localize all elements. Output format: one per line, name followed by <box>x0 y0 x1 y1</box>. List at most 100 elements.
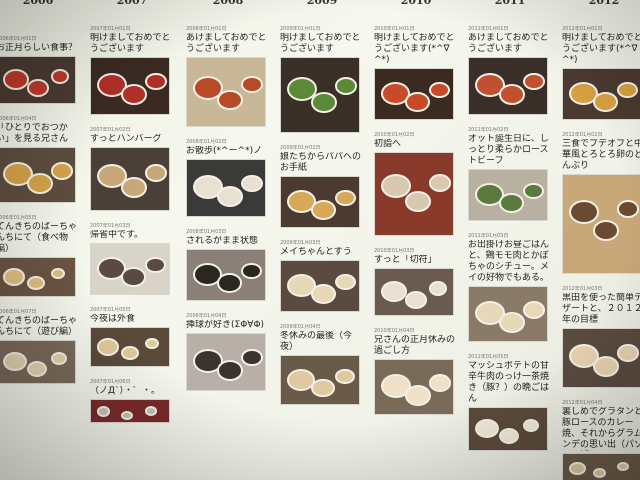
photo-dish-shape <box>145 164 167 182</box>
entry-thumbnail[interactable] <box>374 152 454 236</box>
entry-card[interactable]: 2008年01月04日 挿球が好き(ΣΦ∀Φ) <box>186 313 268 391</box>
entry-title-link[interactable]: 明けましておめでとうございます <box>280 33 362 55</box>
entry-card[interactable]: 2008年01月01日 あけましておめでとうございます <box>186 26 268 127</box>
entry-card[interactable]: 2012年01月03日 黒田を使った簡単デザートと、２０１２年の目標 <box>562 286 640 388</box>
entry-thumbnail[interactable] <box>280 260 360 312</box>
entry-card[interactable]: 2009年01月02日 娘たちからパパへのお手紙 <box>280 145 362 228</box>
entry-thumbnail[interactable] <box>468 286 548 342</box>
entry-card[interactable]: 2009年01月03日 メイちゃんとすう <box>280 240 362 312</box>
entry-thumbnail[interactable] <box>90 327 170 367</box>
entry-thumbnail[interactable] <box>90 399 170 423</box>
entry-title-link[interactable]: 帰省中です。 <box>90 230 172 241</box>
entry-thumbnail[interactable] <box>562 453 640 480</box>
entry-card[interactable]: 2011年01月02日 オット誕生日に、しっとり柔らかローストビーフ <box>468 127 550 221</box>
entry-thumbnail[interactable] <box>280 176 360 228</box>
entry-title-link[interactable]: 挿球が好き(ΣΦ∀Φ) <box>186 320 268 331</box>
entry-card[interactable]: 2011年01月05日 マッシュポテトの甘辛牛肉のっけ一茶焼き（豚？）の晩ごはん <box>468 354 550 451</box>
entry-thumbnail[interactable] <box>0 147 76 203</box>
entry-thumbnail[interactable] <box>186 249 266 301</box>
photo-dish-shape <box>499 427 520 444</box>
entry-title-link[interactable]: 黒田を使った簡単デザートと、２０１２年の目標 <box>562 293 640 326</box>
entry-thumbnail[interactable] <box>0 257 76 297</box>
entry-card[interactable]: 2011年01月03日 お出掛けお昼ごはんと、鶏モモ肉とかぼちゃのシチュー。メイの… <box>468 233 550 342</box>
entry-card[interactable]: 2011年01月01日 あけましておめでとうございます <box>468 26 550 115</box>
entry-card[interactable]: 2008年01月02日 お散歩(*^ー^*)ノ <box>186 139 268 217</box>
entry-title-link[interactable]: すっと「切符」 <box>374 255 456 266</box>
entry-card[interactable]: 2007年01月05日 今夜は外食 <box>90 307 172 367</box>
entry-card[interactable]: 2010年01月02日 初詣へ <box>374 132 456 236</box>
entry-thumbnail[interactable] <box>0 56 76 104</box>
entry-card[interactable]: 2010年01月04日 兄さんの正月休みの過ごし方 <box>374 328 456 415</box>
entry-card[interactable]: 2012年01月02日 三食でブデオフと中華風とろとろ卵のどんぶり <box>562 132 640 274</box>
entry-thumbnail[interactable] <box>562 174 640 274</box>
entry-title-link[interactable]: てんきちのぱーちゃんちにて（遊び編） <box>0 316 78 338</box>
entry-title-link[interactable]: てんきちのぱーちゃんちにて（食べ物編） <box>0 222 78 255</box>
entry-title-link[interactable]: されるがまま状態 <box>186 236 268 247</box>
entry-thumbnail[interactable] <box>186 57 266 127</box>
entry-title-link[interactable]: すっとハンバーグ <box>90 134 172 145</box>
entry-date: 2007年01月01日 <box>90 26 131 32</box>
entry-title-link[interactable]: 冬休みの最後（今夜） <box>280 331 362 353</box>
entry-thumbnail[interactable] <box>186 159 266 217</box>
entry-card[interactable]: 2007年01月06日 （ノД`）・゜・。 <box>90 379 172 423</box>
entry-card[interactable]: 2012年01月04日 裏しめでグラタンと豚ロースのカレー焼、それからグラムンデの… <box>562 400 640 480</box>
entry-title-link[interactable]: 三食でブデオフと中華風とろとろ卵のどんぶり <box>562 139 640 172</box>
year-header-2006[interactable]: 2006 <box>0 0 78 10</box>
entry-title-link[interactable]: メイちゃんとすう <box>280 247 362 258</box>
entry-title-link[interactable]: お正月らしい食事？ <box>0 43 78 54</box>
entry-thumbnail[interactable] <box>562 68 640 120</box>
entry-title-link[interactable]: 「ひとりでおつかい」を見る兄さん <box>0 123 78 145</box>
year-header-2007[interactable]: 2007 <box>92 0 172 10</box>
blog-archive-screen: 2006 2007 2008 2009 2010 2011 2012 2006年01月01日… <box>0 0 640 480</box>
entry-thumbnail[interactable] <box>374 268 454 316</box>
entry-thumbnail[interactable] <box>280 355 360 405</box>
entry-title-link[interactable]: あけましておめでとうございます <box>186 33 268 55</box>
entry-thumbnail[interactable] <box>562 328 640 388</box>
entry-card[interactable]: 2010年01月01日 明けましておめでとうございます(*^∇^*) <box>374 26 456 120</box>
entry-thumbnail[interactable] <box>186 333 266 391</box>
entry-card[interactable]: 2010年01月03日 すっと「切符」 <box>374 248 456 316</box>
year-header-2011[interactable]: 2011 <box>470 0 550 10</box>
entry-title-link[interactable]: オット誕生日に、しっとり柔らかローストビーフ <box>468 134 550 167</box>
entry-title-link[interactable]: 明けましておめでとうございます(*^∇^*) <box>374 33 456 66</box>
entry-thumbnail[interactable] <box>468 407 548 451</box>
year-header-2012[interactable]: 2012 <box>564 0 640 10</box>
year-header-2008[interactable]: 2008 <box>188 0 268 10</box>
entry-date: 2008年01月02日 <box>186 139 227 145</box>
entry-card[interactable]: 2006年01月07日 てんきちのぱーちゃんちにて（遊び編） <box>0 309 78 384</box>
entry-title-link[interactable]: （ノД`）・゜・。 <box>90 386 172 397</box>
entry-thumbnail[interactable] <box>468 57 548 115</box>
entry-card[interactable]: 2009年01月04日 冬休みの最後（今夜） <box>280 324 362 405</box>
entry-card[interactable]: 2007年01月01日 明けましておめでとうございます <box>90 26 172 115</box>
entry-thumbnail[interactable] <box>468 169 548 221</box>
entry-title-link[interactable]: 裏しめでグラタンと豚ロースのカレー焼、それからグラムンデの思い出（パソコン補） <box>562 407 640 451</box>
entry-title-link[interactable]: 初詣へ <box>374 139 456 150</box>
entry-title-link[interactable]: 明けましておめでとうございます <box>90 33 172 55</box>
entry-card[interactable]: 2007年01月02日 すっとハンバーグ <box>90 127 172 211</box>
entry-date: 2009年01月01日 <box>280 26 321 32</box>
entry-card[interactable]: 2006年01月04日 「ひとりでおつかい」を見る兄さん <box>0 116 78 203</box>
entry-title-link[interactable]: お出掛けお昼ごはんと、鶏モモ肉とかぼちゃのシチュー。メイの好物でもある。 <box>468 240 550 284</box>
entry-thumbnail[interactable] <box>90 57 170 115</box>
entry-title-link[interactable]: 娘たちからパパへのお手紙 <box>280 152 362 174</box>
entry-title-link[interactable]: あけましておめでとうございます <box>468 33 550 55</box>
entry-card[interactable]: 2008年01月03日 されるがまま状態 <box>186 229 268 301</box>
entry-title-link[interactable]: 明けましておめでとうございます(*^∇^*) <box>562 33 640 66</box>
entry-card[interactable]: 2007年01月03日 帰省中です。 <box>90 223 172 295</box>
entry-thumbnail[interactable] <box>374 68 454 120</box>
entry-title-link[interactable]: 今夜は外食 <box>90 314 172 325</box>
entry-title-link[interactable]: お散歩(*^ー^*)ノ <box>186 146 268 157</box>
entry-thumbnail[interactable] <box>280 57 360 133</box>
year-header-2009[interactable]: 2009 <box>282 0 362 10</box>
entry-thumbnail[interactable] <box>90 147 170 211</box>
entry-title-link[interactable]: マッシュポテトの甘辛牛肉のっけ一茶焼き（豚？）の晩ごはん <box>468 361 550 405</box>
entry-card[interactable]: 2006年01月01日 お正月らしい食事？ <box>0 36 78 104</box>
entry-thumbnail[interactable] <box>374 359 454 415</box>
entry-card[interactable]: 2012年01月01日 明けましておめでとうございます(*^∇^*) <box>562 26 640 120</box>
entry-thumbnail[interactable] <box>0 340 76 384</box>
entry-card[interactable]: 2006年01月05日 てんきちのぱーちゃんちにて（食べ物編） <box>0 215 78 297</box>
entry-title-link[interactable]: 兄さんの正月休みの過ごし方 <box>374 335 456 357</box>
entry-thumbnail[interactable] <box>90 243 170 295</box>
year-header-2010[interactable]: 2010 <box>376 0 456 10</box>
entry-card[interactable]: 2009年01月01日 明けましておめでとうございます <box>280 26 362 133</box>
